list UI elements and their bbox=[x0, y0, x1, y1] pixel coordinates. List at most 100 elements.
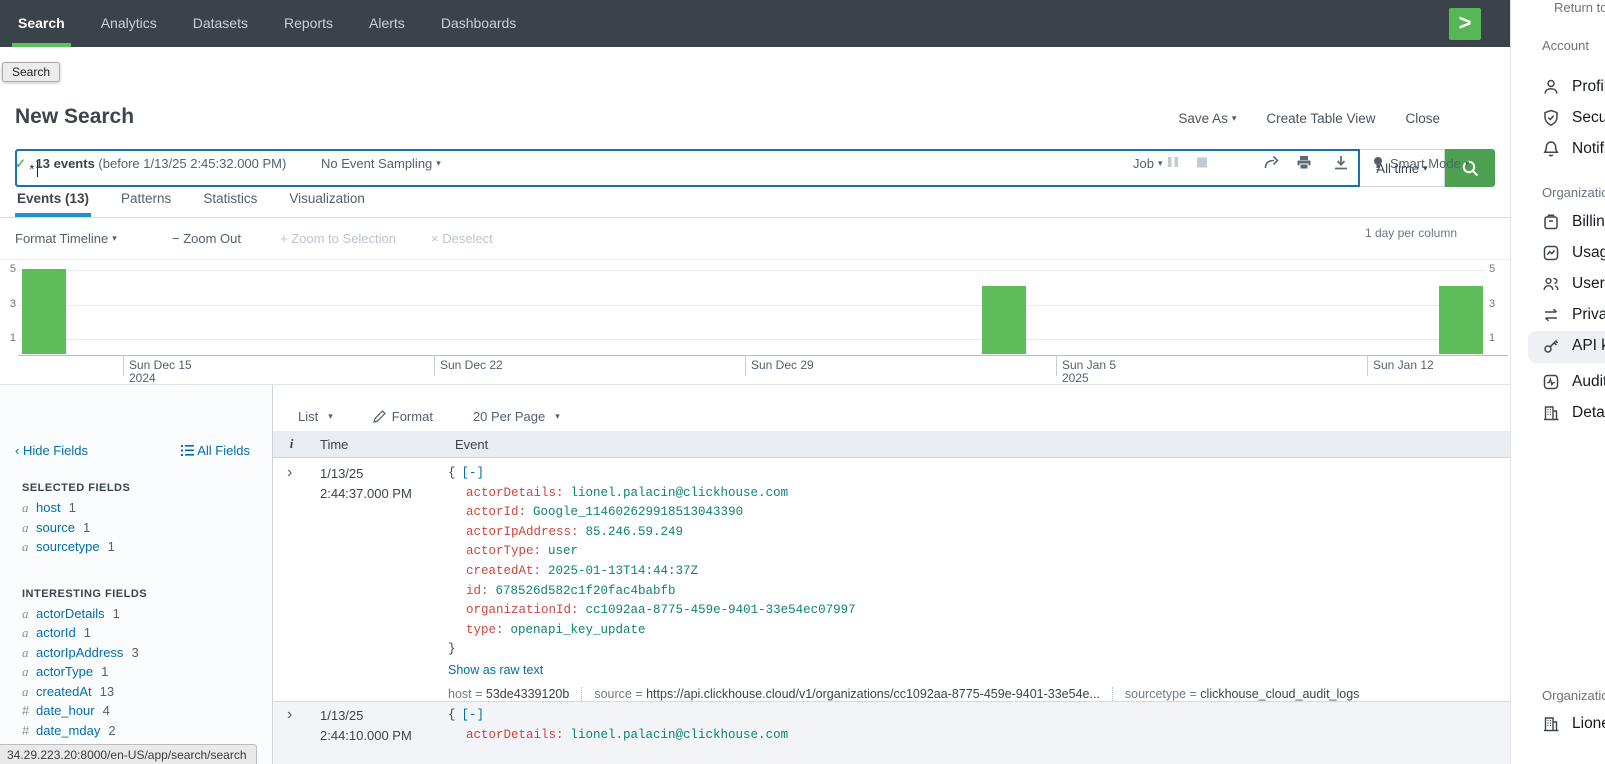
nav-datasets[interactable]: Datasets bbox=[175, 0, 266, 47]
menu-item-details[interactable]: Details bbox=[1542, 404, 1605, 422]
export-icon[interactable] bbox=[1333, 155, 1349, 170]
hide-fields-link[interactable]: ‹ Hide Fields bbox=[15, 443, 88, 458]
field-createdAt[interactable]: acreatedAt13 bbox=[0, 684, 272, 704]
histogram-bar[interactable] bbox=[1439, 286, 1483, 354]
histogram-bar[interactable] bbox=[22, 269, 66, 354]
share-icon[interactable] bbox=[1263, 155, 1280, 170]
list-view-dropdown[interactable]: List▾ bbox=[298, 401, 333, 431]
nav-reports[interactable]: Reports bbox=[266, 0, 351, 47]
json-collapse-link[interactable]: [-] bbox=[462, 466, 485, 480]
nav-search[interactable]: Search bbox=[0, 0, 83, 47]
field-source[interactable]: asource1 bbox=[0, 520, 272, 540]
close-button[interactable]: Close bbox=[1405, 111, 1440, 126]
menu-item-security[interactable]: Security bbox=[1542, 109, 1605, 127]
events-list: List▾ Format 20 Per Page▾ i Time Event ›… bbox=[273, 385, 1510, 764]
pause-icon[interactable] bbox=[1167, 155, 1179, 169]
format-timeline-dropdown[interactable]: Format Timeline▾ bbox=[15, 231, 117, 246]
all-fields-link[interactable]: All Fields bbox=[181, 443, 250, 458]
json-line: actorDetailslionel.palacin@clickhouse.co… bbox=[448, 726, 1510, 746]
nav-analytics[interactable]: Analytics bbox=[83, 0, 175, 47]
splunk-logo-icon[interactable]: > bbox=[1449, 8, 1481, 40]
menu-item-organization-lionel[interactable]: Lionel bbox=[1542, 715, 1605, 733]
event-count-status: ✓ 13 events (before 1/13/25 2:45:32.000 … bbox=[15, 156, 286, 172]
print-icon[interactable] bbox=[1296, 155, 1312, 170]
chevron-down-icon: ▾ bbox=[1158, 158, 1163, 168]
list-format-toolbar: List▾ Format 20 Per Page▾ bbox=[273, 385, 1510, 431]
event-time: 2:44:10.000 PM bbox=[320, 726, 445, 746]
timeline-scale-note: 1 day per column bbox=[1365, 226, 1457, 240]
menu-item-users[interactable]: Users bbox=[1542, 275, 1605, 293]
expand-event-icon[interactable]: › bbox=[287, 464, 292, 481]
json-line: id678526d582c1f20fac4babfb bbox=[448, 582, 1510, 602]
json-line: typeopenapi_key_update bbox=[448, 621, 1510, 641]
json-collapse-link[interactable]: [-] bbox=[462, 708, 485, 722]
field-actorDetails[interactable]: aactorDetails1 bbox=[0, 606, 272, 626]
event-meta-fields: host53de4339120b sourcehttps://api.click… bbox=[448, 687, 1510, 701]
event-sampling-dropdown[interactable]: No Event Sampling▾ bbox=[321, 156, 441, 171]
menu-item-usage[interactable]: Usage bbox=[1542, 244, 1605, 262]
field-actorId[interactable]: aactorId1 bbox=[0, 625, 272, 645]
event-date: 1/13/25 bbox=[320, 464, 445, 484]
json-line: actorTypeuser bbox=[448, 542, 1510, 562]
building-icon bbox=[1542, 404, 1560, 422]
users-icon bbox=[1542, 275, 1560, 293]
field-host[interactable]: ahost1 bbox=[0, 500, 272, 520]
browser-status-url: 34.29.223.20:8000/en-US/app/search/searc… bbox=[0, 744, 257, 764]
menu-item-billing[interactable]: Billing bbox=[1542, 213, 1605, 231]
field-actorType[interactable]: aactorType1 bbox=[0, 664, 272, 684]
zoom-out-button[interactable]: − Zoom Out bbox=[172, 231, 241, 246]
event-row: › 1/13/25 2:44:10.000 PM {[-] actorDetai… bbox=[273, 702, 1510, 764]
histogram-bar[interactable] bbox=[982, 286, 1026, 354]
menu-item-notifications[interactable]: Notifications bbox=[1542, 140, 1605, 158]
job-menu[interactable]: Job▾ bbox=[1133, 156, 1163, 171]
nav-dashboards[interactable]: Dashboards bbox=[423, 0, 535, 47]
format-dropdown[interactable]: Format bbox=[373, 401, 433, 431]
create-table-view-button[interactable]: Create Table View bbox=[1266, 111, 1375, 126]
field-date_mday[interactable]: #date_mday2 bbox=[0, 723, 272, 743]
chevron-down-icon: ▾ bbox=[112, 233, 117, 243]
tab-patterns[interactable]: Patterns bbox=[119, 182, 173, 217]
page-title: New Search bbox=[15, 105, 134, 129]
tab-events[interactable]: Events (13) bbox=[15, 182, 91, 217]
check-icon: ✓ bbox=[15, 156, 26, 171]
meta-source: sourcehttps://api.clickhouse.cloud/v1/or… bbox=[581, 687, 1112, 701]
section-organization: Organization bbox=[1542, 185, 1605, 200]
tab-statistics[interactable]: Statistics bbox=[201, 182, 259, 217]
interesting-fields-title: INTERESTING FIELDS bbox=[22, 588, 272, 600]
json-open-line: {[-] bbox=[448, 464, 1510, 484]
event-time: 2:44:37.000 PM bbox=[320, 484, 445, 504]
stop-icon[interactable] bbox=[1196, 155, 1208, 169]
section-account: Account bbox=[1542, 38, 1589, 53]
show-raw-text-link[interactable]: Show as raw text bbox=[448, 663, 543, 677]
shield-icon bbox=[1542, 109, 1560, 127]
audit-icon bbox=[1542, 373, 1560, 391]
search-mode-dropdown[interactable]: Smart Mode▾ bbox=[1390, 156, 1469, 171]
bell-icon bbox=[1542, 140, 1560, 158]
meta-sourcetype: sourcetypeclickhouse_cloud_audit_logs bbox=[1112, 687, 1372, 701]
swap-icon bbox=[1542, 306, 1560, 324]
nav-alerts[interactable]: Alerts bbox=[351, 0, 423, 47]
per-page-dropdown[interactable]: 20 Per Page▾ bbox=[473, 401, 560, 431]
json-line: createdAt2025-01-13T14:44:37Z bbox=[448, 562, 1510, 582]
menu-item-profile[interactable]: Profile bbox=[1542, 78, 1605, 96]
expand-event-icon[interactable]: › bbox=[287, 706, 292, 723]
section-organizations: Organizations bbox=[1542, 688, 1605, 703]
col-info: i bbox=[273, 436, 310, 452]
pencil-icon bbox=[373, 410, 386, 423]
list-icon bbox=[181, 445, 194, 456]
json-line: actorDetailslionel.palacin@clickhouse.co… bbox=[448, 484, 1510, 504]
field-sourcetype[interactable]: asourcetype1 bbox=[0, 539, 272, 559]
save-as-button[interactable]: Save As▾ bbox=[1178, 111, 1236, 126]
json-line: organizationIdcc1092aa-8775-459e-9401-33… bbox=[448, 601, 1510, 621]
menu-item-private-endpoints[interactable]: Private endpoints bbox=[1542, 306, 1605, 324]
json-close-line: } bbox=[448, 640, 1510, 660]
col-event: Event bbox=[445, 437, 1510, 452]
tab-visualization[interactable]: Visualization bbox=[287, 182, 367, 217]
menu-item-api-keys[interactable]: API keys bbox=[1542, 337, 1605, 355]
key-icon bbox=[1542, 337, 1560, 355]
field-actorIpAddress[interactable]: aactorIpAddress3 bbox=[0, 645, 272, 665]
return-to-link[interactable]: Return to bbox=[1554, 0, 1605, 15]
menu-item-audit[interactable]: Audit bbox=[1542, 373, 1605, 391]
field-date_hour[interactable]: #date_hour4 bbox=[0, 703, 272, 723]
json-line: actorIdGoogle_114602629918513043390 bbox=[448, 503, 1510, 523]
